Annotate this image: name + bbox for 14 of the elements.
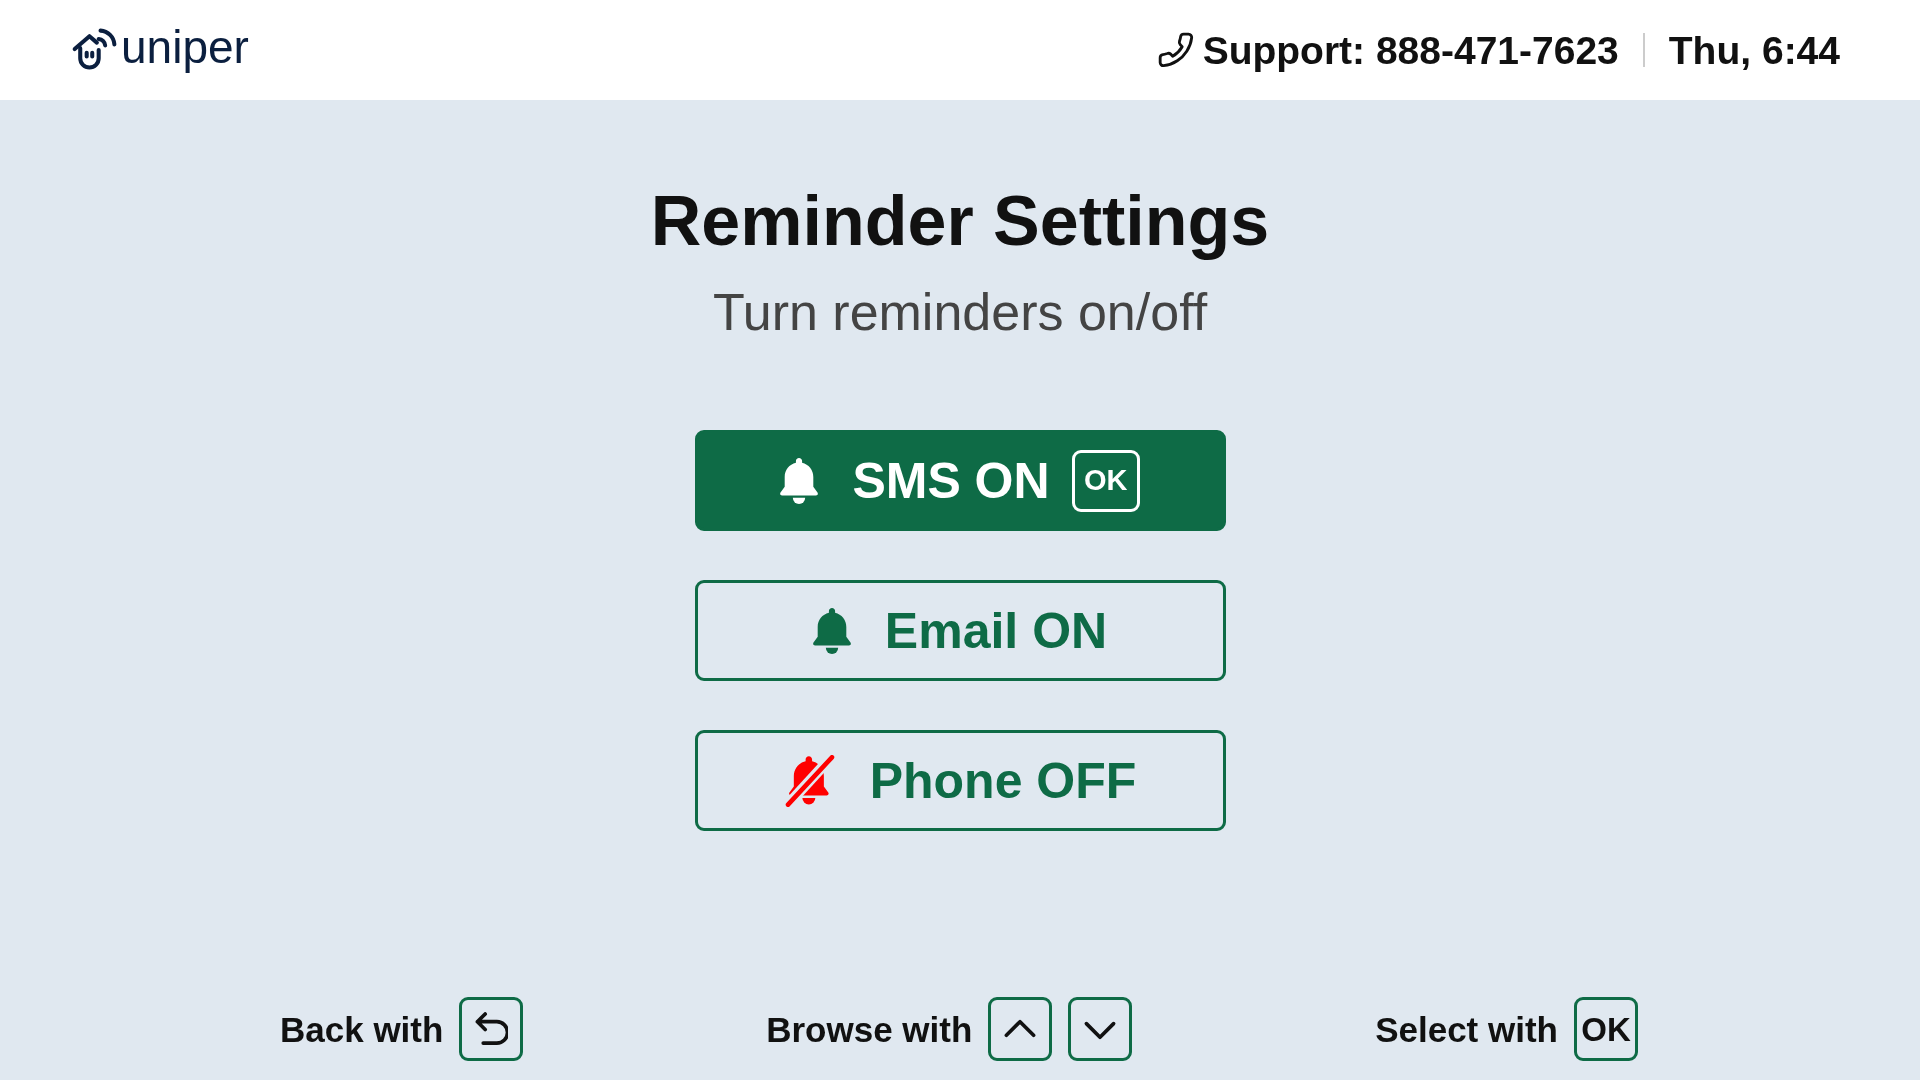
hint-label: Browse with	[766, 1011, 973, 1047]
reminder-option-button[interactable]: Email ON	[694, 580, 1226, 681]
hint-label: Select with	[1375, 1011, 1558, 1047]
logo-text: uniper	[121, 24, 249, 75]
key-cap: OK	[1574, 997, 1638, 1061]
reminder-option-button[interactable]: SMS ON OK	[694, 430, 1226, 531]
reminder-option-button[interactable]: Phone OFF	[694, 730, 1226, 831]
phone-icon	[1156, 31, 1195, 69]
page-subtitle: Turn reminders on/off	[712, 286, 1208, 338]
ok-key-hint: OK	[1071, 449, 1140, 512]
return-arrow-icon	[474, 1012, 509, 1046]
support-phone-text: Support: 888-471-7623	[1202, 30, 1619, 70]
date-time-text: Thu, 6:44	[1668, 30, 1840, 70]
hint-label: Back with	[280, 1011, 444, 1047]
